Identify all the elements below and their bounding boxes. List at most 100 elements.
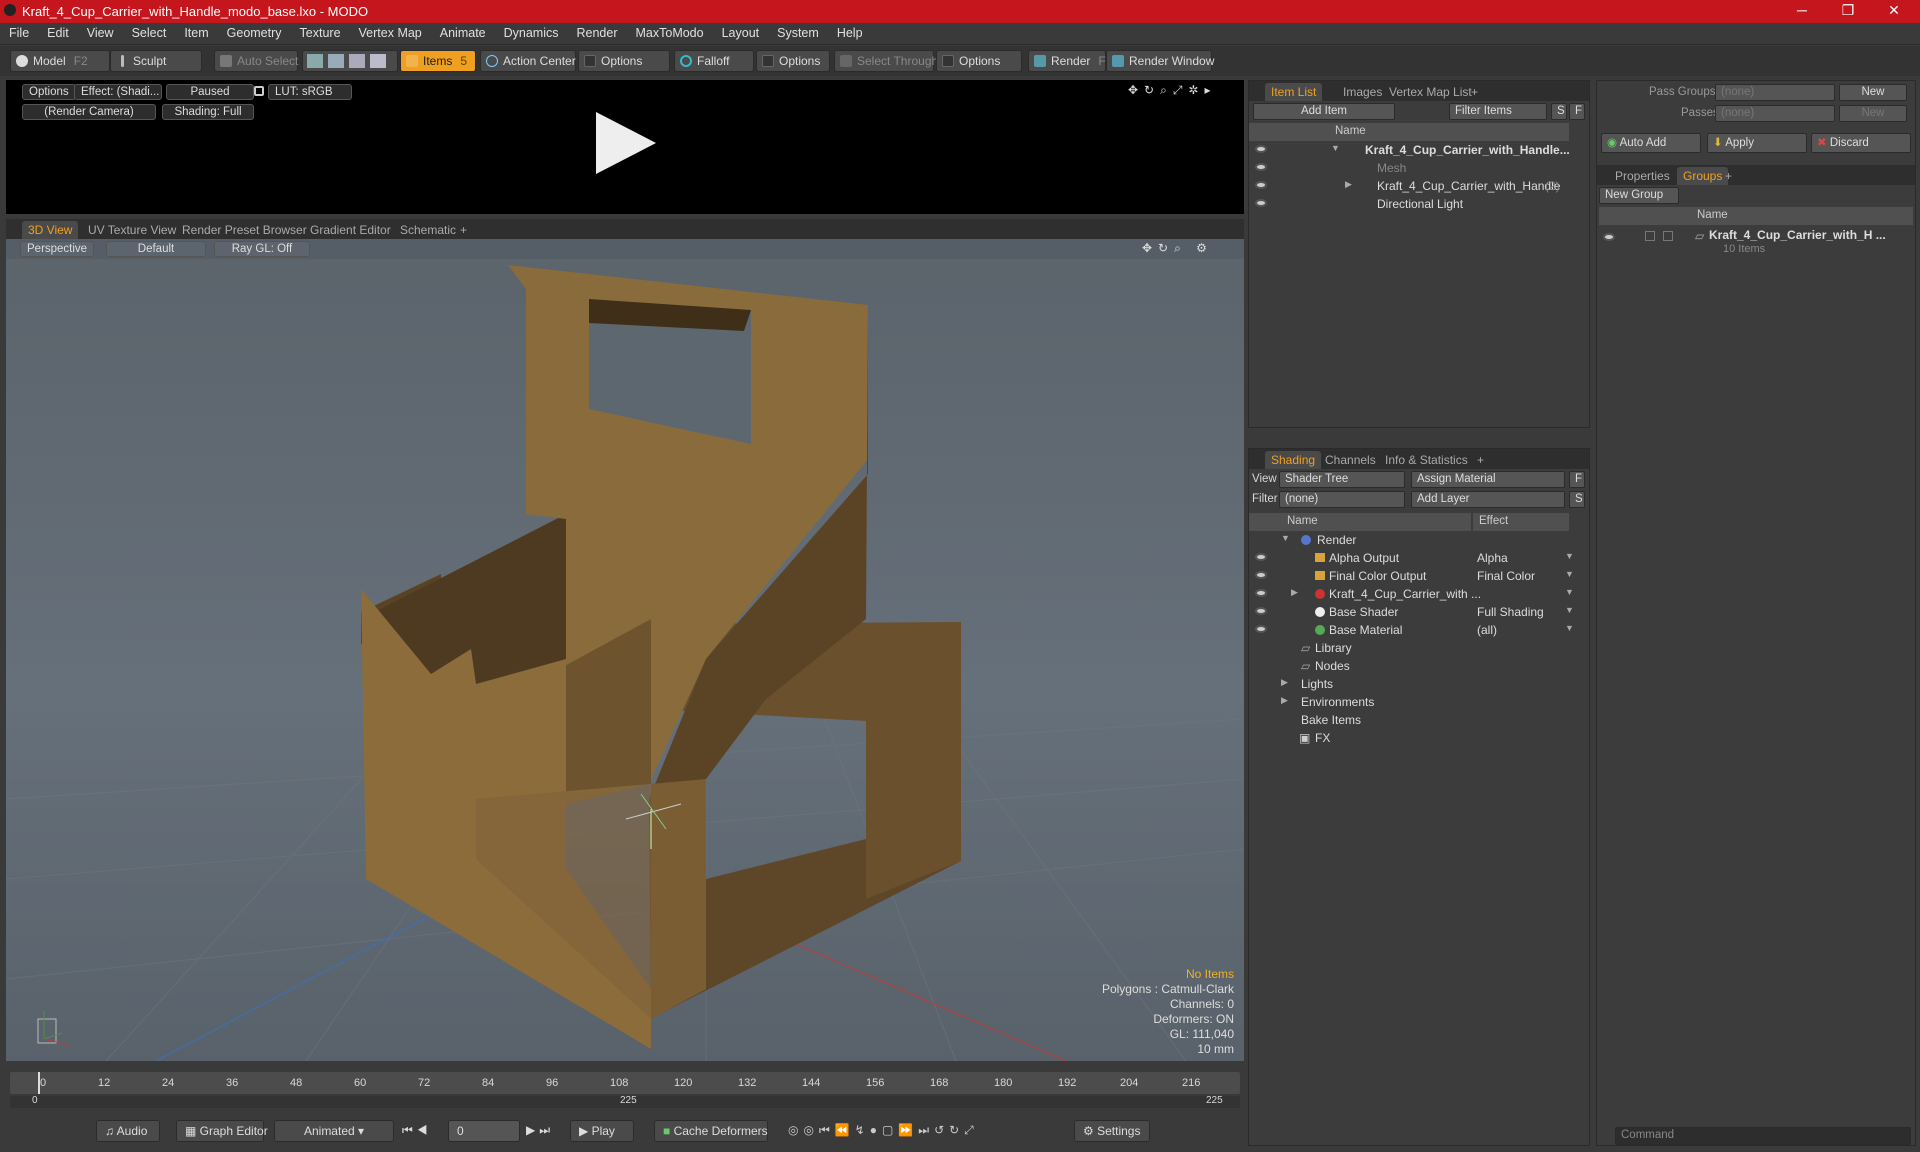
collapse-arrow-icon[interactable]: ▼ <box>1281 533 1290 543</box>
preview-shading-dropdown[interactable]: Shading: Full <box>162 104 254 120</box>
menu-layout[interactable]: Layout <box>713 23 769 40</box>
step-back-buttons[interactable]: ⏮◀ <box>402 1123 432 1138</box>
visibility-eye-icon[interactable] <box>1255 589 1267 597</box>
add-tab-button[interactable]: + <box>1465 83 1484 101</box>
vertices-icon[interactable] <box>307 54 323 68</box>
shader-row[interactable]: Base Material (all) ▼ <box>1249 621 1589 639</box>
shader-row[interactable]: ▣ FX <box>1249 729 1589 747</box>
new-pass-button[interactable]: New <box>1839 105 1907 122</box>
viewport-nav-controls[interactable]: ✥↻⌕ ⚙ <box>1142 241 1213 256</box>
visibility-eye-icon[interactable] <box>1255 199 1267 207</box>
settings-button[interactable]: ⚙ Settings <box>1074 1120 1150 1142</box>
raygl-dropdown[interactable]: Ray GL: Off <box>214 241 310 257</box>
visibility-eye-icon[interactable] <box>1255 571 1267 579</box>
column-name-header[interactable]: Name <box>1599 207 1913 225</box>
menu-dynamics[interactable]: Dynamics <box>495 23 568 40</box>
add-tab-button[interactable]: + <box>1719 167 1738 185</box>
group-row[interactable]: ▱ Kraft_4_Cup_Carrier_with_H ... 10 Item… <box>1597 227 1915 259</box>
preview-camera-dropdown[interactable]: (Render Camera) <box>22 104 156 120</box>
minimize-button[interactable]: ─ <box>1782 2 1822 18</box>
sculpt-button[interactable]: Sculpt <box>110 50 202 72</box>
shading-s-button[interactable]: S <box>1569 491 1585 508</box>
command-input[interactable]: Command <box>1615 1127 1911 1145</box>
falloff-button[interactable]: Falloff <box>674 50 754 72</box>
audio-button[interactable]: ♫ Audio <box>96 1120 160 1142</box>
render-toggle-icon[interactable] <box>1645 231 1655 241</box>
action-center-options-button[interactable]: Options <box>578 50 670 72</box>
shader-row[interactable]: ▱ Nodes <box>1249 657 1589 675</box>
tab-properties[interactable]: Properties <box>1609 167 1676 185</box>
menu-system[interactable]: System <box>768 23 828 40</box>
list-item[interactable]: ▶ Kraft_4_Cup_Carrier_with_Handle (2) <box>1249 177 1589 195</box>
materials-icon[interactable] <box>370 54 386 68</box>
perspective-dropdown[interactable]: Perspective <box>20 241 94 257</box>
filter-f-button[interactable]: F <box>1569 103 1585 120</box>
menu-edit[interactable]: Edit <box>38 23 78 40</box>
new-group-button[interactable]: New Group <box>1599 187 1679 204</box>
graph-editor-button[interactable]: ▦ Graph Editor <box>176 1120 268 1142</box>
menu-render[interactable]: Render <box>568 23 627 40</box>
view-dropdown[interactable]: Shader Tree <box>1279 471 1405 488</box>
lock-toggle-icon[interactable] <box>1663 231 1673 241</box>
add-layer-dropdown[interactable]: Add Layer <box>1411 491 1565 508</box>
render-button[interactable]: RenderF9 <box>1028 50 1112 72</box>
list-item[interactable]: Directional Light <box>1249 195 1589 213</box>
keyframe-controls[interactable]: ◎◎⏮⏪↯●▢⏩⏭↺↻⤢ <box>788 1123 979 1138</box>
new-pass-group-button[interactable]: New <box>1839 84 1907 101</box>
add-tab-button[interactable]: + <box>1471 451 1490 469</box>
timeline-range[interactable]: 0 225 225 <box>10 1095 1240 1108</box>
auto-add-button[interactable]: ◉ Auto Add <box>1601 133 1701 153</box>
expand-arrow-icon[interactable]: ▶ <box>1291 587 1298 598</box>
column-name-header[interactable]: Name <box>1249 513 1471 531</box>
shader-row[interactable]: Final Color Output Final Color ▼ <box>1249 567 1589 585</box>
select-through-button[interactable]: Select Through <box>834 50 938 72</box>
maximize-button[interactable]: ❐ <box>1828 2 1868 19</box>
step-forward-buttons[interactable]: ▶⏭ <box>526 1123 554 1138</box>
effect-dropdown-arrow[interactable]: ▼ <box>1565 551 1574 561</box>
menu-view[interactable]: View <box>78 23 123 40</box>
shader-row[interactable]: ▱ Library <box>1249 639 1589 657</box>
effect-dropdown-arrow[interactable]: ▼ <box>1565 605 1574 615</box>
visibility-eye-icon[interactable] <box>1255 625 1267 633</box>
3d-viewport[interactable]: Perspective Default Ray GL: Off ✥↻⌕ ⚙ No… <box>6 239 1244 1061</box>
items-button[interactable]: Items 5 <box>400 50 476 72</box>
tab-info-statistics[interactable]: Info & Statistics <box>1379 451 1474 469</box>
shader-row[interactable]: Alpha Output Alpha ▼ <box>1249 549 1589 567</box>
collapse-arrow-icon[interactable]: ▼ <box>1331 143 1340 153</box>
preview-paused-button[interactable]: Paused <box>166 84 254 100</box>
filter-items-field[interactable]: Filter Items <box>1449 103 1547 120</box>
play-button[interactable]: ▶ Play <box>570 1120 634 1142</box>
pass-groups-dropdown[interactable]: (none) <box>1715 84 1835 101</box>
shader-row[interactable]: ▶ Environments <box>1249 693 1589 711</box>
visibility-eye-icon[interactable] <box>1255 145 1267 153</box>
list-item[interactable]: ▼ Kraft_4_Cup_Carrier_with_Handle... <box>1249 141 1589 159</box>
menu-help[interactable]: Help <box>828 23 872 40</box>
filter-dropdown[interactable]: (none) <box>1279 491 1405 508</box>
tab-gradient-editor[interactable]: Gradient Editor <box>304 221 397 239</box>
menu-file[interactable]: File <box>0 23 38 40</box>
shader-row[interactable]: Base Shader Full Shading ▼ <box>1249 603 1589 621</box>
render-window-button[interactable]: Render Window <box>1106 50 1214 72</box>
tab-shading[interactable]: Shading <box>1265 451 1322 469</box>
menu-geometry[interactable]: Geometry <box>218 23 291 40</box>
preview-lut-dropdown[interactable]: LUT: sRGB <box>268 84 352 100</box>
effect-dropdown-arrow[interactable]: ▼ <box>1565 623 1574 633</box>
auto-select-button[interactable]: Auto Select <box>214 50 298 72</box>
close-button[interactable]: ✕ <box>1874 2 1914 19</box>
expand-arrow-icon[interactable]: ▶ <box>1345 179 1352 190</box>
shading-f-button[interactable]: F <box>1569 471 1585 488</box>
action-center-button[interactable]: Action Center <box>480 50 576 72</box>
preview-options-button[interactable]: Options <box>22 84 76 100</box>
tab-3d-view[interactable]: 3D View <box>22 221 79 239</box>
tab-channels[interactable]: Channels <box>1319 451 1382 469</box>
preview-effect-dropdown[interactable]: Effect: (Shadi... <box>74 84 162 100</box>
menu-vertex-map[interactable]: Vertex Map <box>350 23 431 40</box>
visibility-eye-icon[interactable] <box>1603 233 1615 241</box>
expand-arrow-icon[interactable]: ▶ <box>1281 677 1288 688</box>
list-item[interactable]: Mesh <box>1249 159 1589 177</box>
column-effect-header[interactable]: Effect <box>1473 513 1569 531</box>
discard-button[interactable]: ✖ Discard <box>1811 133 1911 153</box>
visibility-eye-icon[interactable] <box>1255 553 1267 561</box>
visibility-eye-icon[interactable] <box>1255 163 1267 171</box>
menu-select[interactable]: Select <box>123 23 176 40</box>
